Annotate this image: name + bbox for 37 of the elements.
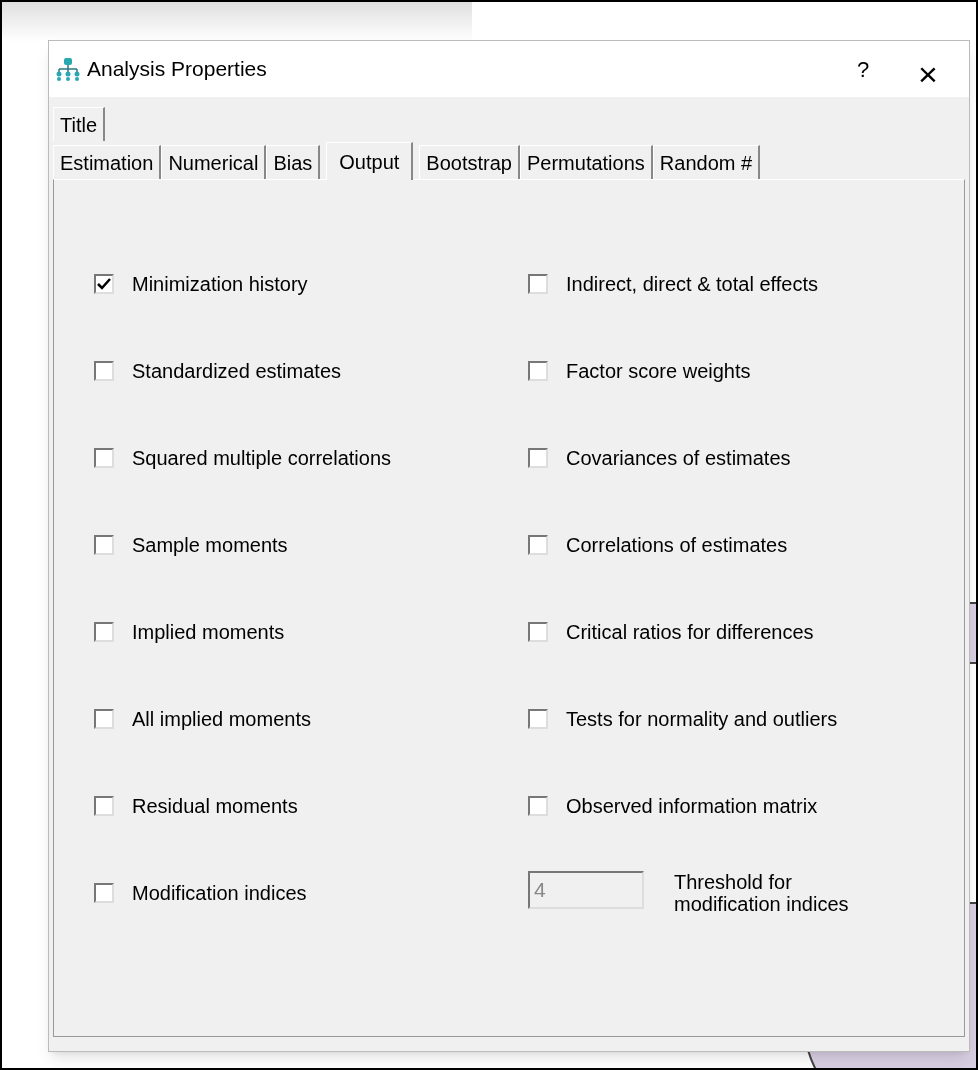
option-label: Residual moments (132, 794, 298, 819)
checkbox[interactable] (528, 361, 548, 381)
option-label: Indirect, direct & total effects (566, 272, 818, 297)
checkbox[interactable] (528, 274, 548, 294)
checkbox[interactable] (94, 448, 114, 468)
checkbox[interactable] (94, 274, 114, 294)
window-title: Analysis Properties (87, 56, 267, 83)
tab[interactable]: Output (326, 142, 414, 180)
option-label: Covariances of estimates (566, 446, 791, 471)
checkbox[interactable] (94, 883, 114, 903)
hierarchy-icon (55, 57, 81, 81)
option-label: Observed information matrix (566, 794, 818, 819)
tab[interactable]: Title (53, 107, 106, 141)
checkbox[interactable] (528, 535, 548, 555)
option-label: Implied moments (132, 620, 285, 645)
option-label: Standardized estimates (132, 359, 341, 384)
close-button[interactable]: × (893, 49, 963, 89)
option-label: All implied moments (132, 707, 311, 732)
option-label: Factor score weights (566, 359, 751, 384)
option-label: Minimization history (132, 272, 308, 297)
option-label: Squared multiple correlations (132, 446, 392, 471)
checkbox[interactable] (528, 622, 548, 642)
threshold-label: Threshold for modification indices (674, 871, 850, 915)
checkbox[interactable] (94, 361, 114, 381)
checkbox[interactable] (94, 535, 114, 555)
checkbox[interactable] (94, 622, 114, 642)
checkbox[interactable] (528, 448, 548, 468)
option-label: Critical ratios for differences (566, 620, 814, 645)
option-label: Modification indices (132, 881, 307, 906)
checkbox[interactable] (94, 796, 114, 816)
checkbox[interactable] (528, 796, 548, 816)
option-label: Tests for normality and outliers (566, 707, 838, 732)
option-label: Correlations of estimates (566, 533, 788, 558)
checkbox[interactable] (528, 709, 548, 729)
option-label: Sample moments (132, 533, 288, 558)
checkbox[interactable] (94, 709, 114, 729)
help-button[interactable]: ? (833, 49, 893, 89)
